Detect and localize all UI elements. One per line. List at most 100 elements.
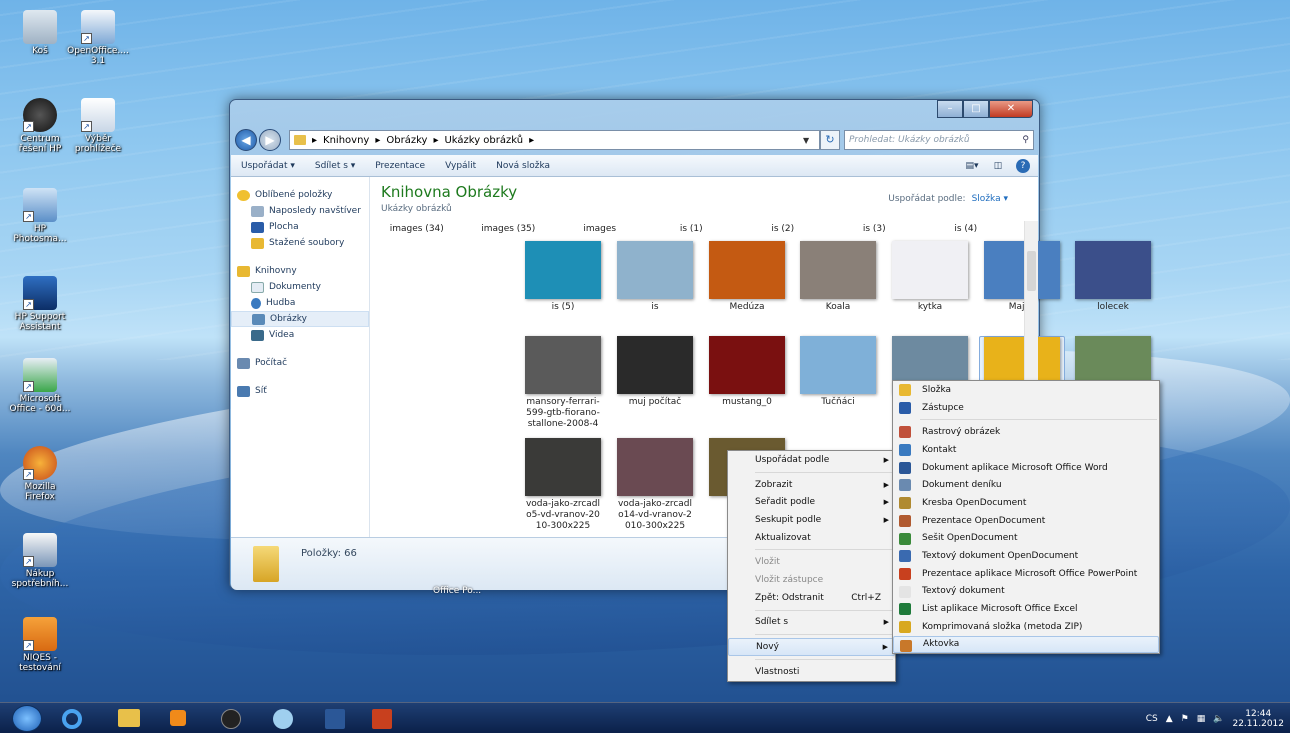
file-tile[interactable]: mansory-ferrari-599-gtb-fiorano-stallone… xyxy=(520,336,606,430)
new-submenu-item[interactable]: Kresba OpenDocument xyxy=(893,494,1159,512)
scrollbar-thumb[interactable] xyxy=(1027,251,1036,291)
desktop-icon-niqes[interactable]: ↗ NIQES - testování xyxy=(7,617,73,673)
network-tray-icon[interactable]: ▦ xyxy=(1197,714,1206,724)
context-menu-item[interactable]: Vlastnosti xyxy=(728,663,895,681)
clock[interactable]: 12:44 22.11.2012 xyxy=(1232,709,1284,729)
start-button[interactable] xyxy=(12,705,42,732)
new-submenu-item[interactable]: Sešit OpenDocument xyxy=(893,530,1159,548)
chevron-down-icon[interactable]: ▼ xyxy=(803,136,819,145)
file-tile[interactable]: Tučňáci xyxy=(795,336,881,408)
context-menu-item[interactable]: Aktualizovat xyxy=(728,529,895,547)
nav-favorites[interactable]: Oblíbené položky xyxy=(231,187,369,203)
file-tile[interactable]: Medúza xyxy=(704,241,790,313)
nav-documents[interactable]: Dokumenty xyxy=(231,279,369,295)
file-label[interactable]: is (1) xyxy=(646,224,738,234)
powerpoint-taskbar-icon[interactable] xyxy=(364,706,400,731)
word-taskbar-icon[interactable] xyxy=(317,706,353,731)
hp-taskbar-icon[interactable] xyxy=(213,706,249,731)
new-submenu-item[interactable]: Zástupce xyxy=(893,399,1159,417)
file-tile[interactable]: muj počítač xyxy=(612,336,698,408)
new-submenu-item[interactable]: Komprimovaná složka (metoda ZIP) xyxy=(893,618,1159,636)
desktop-icon-printer-supplies[interactable]: ↗ Nákup spotřebníh... xyxy=(7,533,73,589)
nav-videos[interactable]: Videa xyxy=(231,327,369,343)
file-label[interactable]: is (4) xyxy=(920,224,1012,234)
slideshow-button[interactable]: Prezentace xyxy=(365,161,435,171)
context-menu-item[interactable]: Uspořádat podle ▶ xyxy=(728,451,895,469)
maximize-button[interactable]: □ xyxy=(963,100,989,118)
context-menu-item[interactable]: Seskupit podle ▶ xyxy=(728,511,895,529)
nav-libraries[interactable]: Knihovny xyxy=(231,263,369,279)
nav-recent[interactable]: Naposledy navštíver xyxy=(231,203,369,219)
new-submenu-item[interactable]: Dokument deníku xyxy=(893,476,1159,494)
desktop-icon-hp-support[interactable]: ↗ HP Support Assistant xyxy=(7,276,73,332)
nav-music[interactable]: Hudba xyxy=(231,295,369,311)
volume-icon[interactable]: 🔈 xyxy=(1213,714,1224,724)
file-tile[interactable]: is xyxy=(612,241,698,313)
view-options-icon[interactable]: ▤▾ xyxy=(964,159,980,173)
file-label[interactable]: is (2) xyxy=(737,224,829,234)
back-button[interactable]: ◀ xyxy=(235,129,257,151)
context-menu-item[interactable]: Sdílet s ▶ xyxy=(728,614,895,632)
nav-downloads[interactable]: Stažené soubory xyxy=(231,235,369,251)
file-label[interactable]: images (34) xyxy=(371,224,463,234)
breadcrumb-sample-pictures[interactable]: Ukázky obrázků xyxy=(444,135,523,146)
desktop-icon-firefox[interactable]: ↗ Mozilla Firefox xyxy=(7,446,73,502)
refresh-button[interactable]: ↻ xyxy=(820,130,840,150)
nav-pictures[interactable]: Obrázky xyxy=(231,311,369,327)
new-submenu-item[interactable]: Prezentace OpenDocument xyxy=(893,512,1159,530)
help-icon[interactable]: ? xyxy=(1016,158,1030,173)
nav-desktop[interactable]: Plocha xyxy=(231,219,369,235)
nav-computer[interactable]: Počítač xyxy=(231,355,369,371)
share-button[interactable]: Sdílet s ▾ xyxy=(305,161,365,171)
file-tile[interactable]: Koala xyxy=(795,241,881,313)
desktop-icon-office[interactable]: ↗ Microsoft Office - 60d... xyxy=(7,358,73,414)
desktop-icon-browser-choice[interactable]: ↗ Výběr prohlížeče xyxy=(65,98,131,154)
file-tile[interactable]: voda-jako-zrcadlo14-vd-vranov-2010-300x2… xyxy=(612,438,698,532)
address-bar[interactable]: ▸ Knihovny ▸ Obrázky ▸ Ukázky obrázků ▸ … xyxy=(289,130,820,150)
paint-taskbar-icon[interactable] xyxy=(265,706,301,731)
file-label[interactable]: images xyxy=(554,224,646,234)
breadcrumb-libraries[interactable]: Knihovny xyxy=(323,135,369,146)
file-tile[interactable]: kytka xyxy=(887,241,973,313)
desktop-icon-hp-photosmart[interactable]: ↗ HP Photosma... xyxy=(7,188,73,244)
new-submenu-item[interactable]: Aktovka xyxy=(893,635,1159,654)
file-label[interactable]: is (3) xyxy=(829,224,921,234)
nav-network[interactable]: Síť xyxy=(231,383,369,399)
desktop-icon-recycle-bin[interactable]: Koš xyxy=(7,10,73,56)
burn-button[interactable]: Vypálit xyxy=(435,161,486,171)
new-submenu-item[interactable]: Dokument aplikace Microsoft Office Word xyxy=(893,459,1159,477)
new-folder-button[interactable]: Nová složka xyxy=(486,161,560,171)
file-tile[interactable]: is (5) xyxy=(520,241,606,313)
explorer-taskbar-icon[interactable] xyxy=(111,706,147,731)
context-menu-item[interactable]: Seřadit podle ▶ xyxy=(728,493,895,511)
language-indicator[interactable]: CS xyxy=(1146,714,1158,724)
minimize-button[interactable]: – xyxy=(937,100,963,118)
preview-pane-icon[interactable]: ◫ xyxy=(990,159,1006,173)
arrange-dropdown[interactable]: Složka ▾ xyxy=(972,194,1008,204)
new-submenu-item[interactable]: Textový dokument OpenDocument xyxy=(893,547,1159,565)
new-submenu-item[interactable]: Textový dokument xyxy=(893,583,1159,601)
new-submenu-item[interactable]: List aplikace Microsoft Office Excel xyxy=(893,600,1159,618)
file-tile[interactable]: lolecek xyxy=(1070,241,1156,313)
context-menu-item[interactable]: Zobrazit ▶ xyxy=(728,476,895,494)
new-submenu-item[interactable]: Rastrový obrázek xyxy=(893,423,1159,441)
file-tile[interactable]: mustang_0 xyxy=(704,336,790,408)
new-submenu-item[interactable]: Prezentace aplikace Microsoft Office Pow… xyxy=(893,565,1159,583)
context-menu-item[interactable]: Nový ▶ xyxy=(728,638,895,656)
show-hidden-icons-icon[interactable]: ▲ xyxy=(1166,714,1173,724)
media-player-taskbar-icon[interactable] xyxy=(160,706,196,731)
file-label[interactable]: images (35) xyxy=(463,224,555,234)
new-submenu-item[interactable]: Složka xyxy=(893,381,1159,399)
context-menu-item[interactable]: Zpět: Odstranit Ctrl+Z xyxy=(728,589,895,607)
ie-taskbar-icon[interactable] xyxy=(54,706,90,731)
forward-button[interactable]: ▶ xyxy=(259,129,281,151)
close-button[interactable]: ✕ xyxy=(989,100,1033,118)
action-center-flag-icon[interactable]: ⚑ xyxy=(1181,714,1189,724)
file-tile[interactable]: voda-jako-zrcadlo5-vd-vranov-2010-300x22… xyxy=(520,438,606,532)
organize-button[interactable]: Uspořádat ▾ xyxy=(231,161,305,171)
file-tile[interactable]: Maják xyxy=(979,241,1065,313)
breadcrumb-pictures[interactable]: Obrázky xyxy=(386,135,427,146)
search-input[interactable]: Prohledat: Ukázky obrázků ⚲ xyxy=(844,130,1034,150)
desktop-icon-hp-center[interactable]: ↗ Centrum řešení HP xyxy=(7,98,73,154)
new-submenu-item[interactable]: Kontakt xyxy=(893,441,1159,459)
